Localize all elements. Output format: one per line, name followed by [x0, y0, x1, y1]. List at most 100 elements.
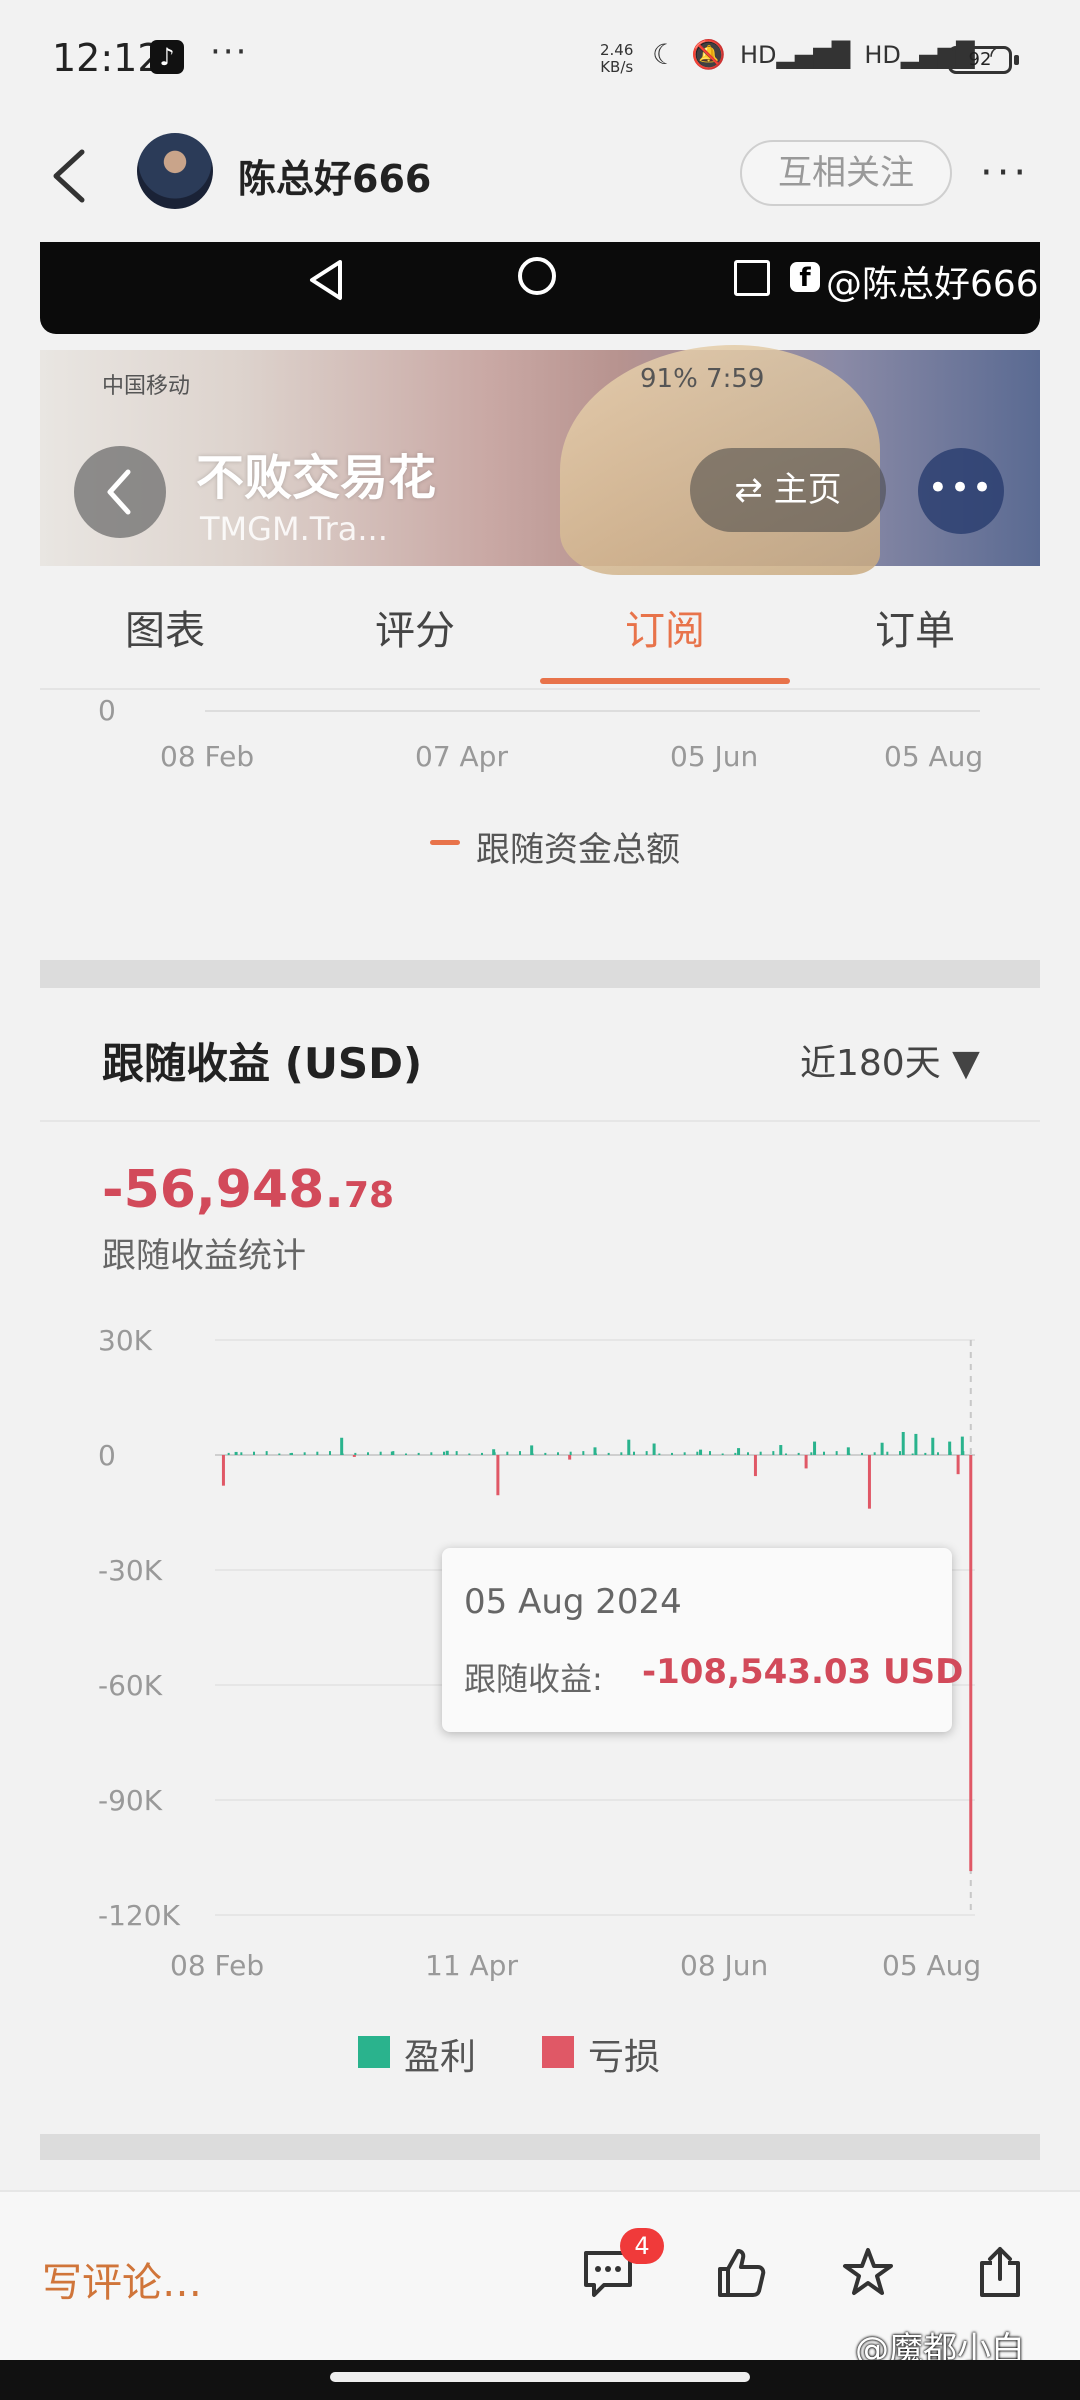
minor-bar [861, 1452, 863, 1455]
profit-bar[interactable] [390, 1451, 394, 1455]
comment-input[interactable]: 写评论… [42, 2250, 202, 2308]
minor-bar [468, 1453, 471, 1455]
tabs-divider [40, 688, 1040, 690]
minor-bar [911, 1453, 914, 1455]
x-tick-label: 11 Apr [425, 1949, 518, 1982]
profit-bar[interactable] [289, 1453, 293, 1455]
legend-loss-swatch [542, 2036, 574, 2068]
minor-bar [772, 1451, 775, 1455]
loss-bar[interactable] [568, 1455, 572, 1460]
minor-bar [481, 1452, 483, 1455]
total-profit-value: -56,948.78 [102, 1160, 394, 1220]
profit-bar[interactable] [901, 1432, 905, 1455]
tab-subscription[interactable]: 订阅 [540, 598, 790, 656]
profit-bar[interactable] [880, 1442, 884, 1455]
profit-bar[interactable] [779, 1445, 783, 1455]
network-speed-value: 2.46 [600, 41, 634, 59]
more-options-button[interactable]: ··· [980, 150, 1030, 196]
minor-bar [734, 1452, 737, 1455]
profit-bar[interactable] [492, 1449, 496, 1455]
total-profit-decimal: 78 [344, 1175, 395, 1216]
legend-loss-label[interactable]: 亏损 [588, 2028, 660, 2080]
profile-name[interactable]: 陈总好666 [238, 148, 431, 203]
x-tick-label: 08 Feb [170, 1949, 264, 1982]
upper-x-tick: 05 Jun [670, 740, 759, 773]
minor-bar [886, 1451, 889, 1455]
minor-bar [379, 1451, 382, 1455]
profit-bar[interactable] [813, 1441, 817, 1455]
minor-bar [240, 1452, 243, 1455]
embedded-more-button[interactable]: ••• [918, 448, 1004, 534]
minor-bar [278, 1453, 281, 1455]
comments-count-badge: 4 [620, 2228, 664, 2264]
profit-bar[interactable] [948, 1441, 952, 1455]
profit-bar[interactable] [234, 1451, 238, 1455]
y-tick-label: -120K [98, 1899, 181, 1932]
loss-bar[interactable] [753, 1455, 757, 1477]
tab-chart[interactable]: 图表 [40, 598, 290, 656]
minor-bar [316, 1451, 319, 1455]
loss-bar[interactable] [352, 1455, 356, 1457]
minor-bar [696, 1451, 699, 1455]
minor-bar [835, 1451, 838, 1455]
profit-bar[interactable] [914, 1433, 918, 1455]
embedded-subtitle: TMGM.Tra... [200, 510, 388, 548]
loss-bar[interactable] [496, 1455, 500, 1496]
home-indicator[interactable] [330, 2372, 750, 2382]
back-arrow-icon [53, 149, 85, 203]
loss-bar[interactable] [867, 1455, 871, 1509]
profit-bar[interactable] [445, 1450, 449, 1455]
profit-bar[interactable] [340, 1437, 344, 1455]
minor-bar [329, 1451, 331, 1455]
period-dropdown[interactable]: 近180天 ▼ [800, 1034, 980, 1086]
minor-bar [645, 1451, 648, 1455]
minor-bar [658, 1453, 661, 1455]
profit-bar[interactable] [699, 1449, 703, 1455]
loss-bar[interactable] [969, 1455, 973, 1872]
profit-bar[interactable] [846, 1447, 850, 1455]
tab-orders[interactable]: 订单 [790, 598, 1040, 656]
battery-icon: 92 [948, 46, 1019, 74]
minor-bar [873, 1452, 876, 1455]
profit-bar[interactable] [960, 1436, 964, 1455]
upper-x-tick: 08 Feb [160, 740, 255, 773]
chart-tooltip [442, 1548, 952, 1732]
network-speed: 2.46 KB/s [600, 42, 633, 76]
follow-button[interactable]: 互相关注 [740, 140, 952, 206]
minor-bar [443, 1451, 445, 1455]
profit-bar[interactable] [593, 1447, 597, 1455]
minor-bar [709, 1451, 711, 1455]
thumbs-up-icon[interactable] [712, 2245, 768, 2301]
tab-rating[interactable]: 评分 [290, 598, 540, 656]
embedded-home-button[interactable]: ⇄ 主页 [690, 448, 886, 532]
profit-bar[interactable] [530, 1445, 534, 1455]
x-tick-label: 05 Aug [882, 1949, 981, 1982]
minor-bar [430, 1452, 433, 1455]
share-icon[interactable] [972, 2245, 1028, 2301]
minor-bar [747, 1452, 749, 1455]
network-speed-unit: KB/s [600, 58, 634, 76]
minor-bar [823, 1451, 825, 1455]
minor-bar [506, 1451, 509, 1455]
loss-bar[interactable] [804, 1455, 808, 1469]
legend-profit-label[interactable]: 盈利 [404, 2028, 476, 2080]
loss-bar[interactable] [956, 1455, 960, 1475]
star-icon[interactable] [840, 2245, 896, 2301]
minor-bar [620, 1452, 623, 1455]
back-button[interactable] [48, 148, 92, 204]
minor-bar [569, 1451, 572, 1455]
minor-bar [417, 1452, 420, 1455]
strip-watermark: @陈总好666 [826, 264, 1039, 305]
signal-hd-1-icon: HD▂▄▆█ [739, 40, 851, 69]
avatar[interactable] [137, 133, 213, 209]
tab-active-indicator [540, 678, 790, 684]
profit-bar[interactable] [931, 1437, 935, 1455]
profit-bar[interactable] [627, 1439, 631, 1455]
loss-bar[interactable] [221, 1455, 225, 1486]
profit-bar[interactable] [737, 1448, 741, 1455]
embedded-back-button[interactable] [74, 446, 166, 538]
section-title: 跟随收益 (USD) [102, 1039, 423, 1088]
upper-chart-baseline [205, 710, 980, 712]
minor-bar [253, 1451, 255, 1455]
profit-bar[interactable] [652, 1443, 656, 1456]
